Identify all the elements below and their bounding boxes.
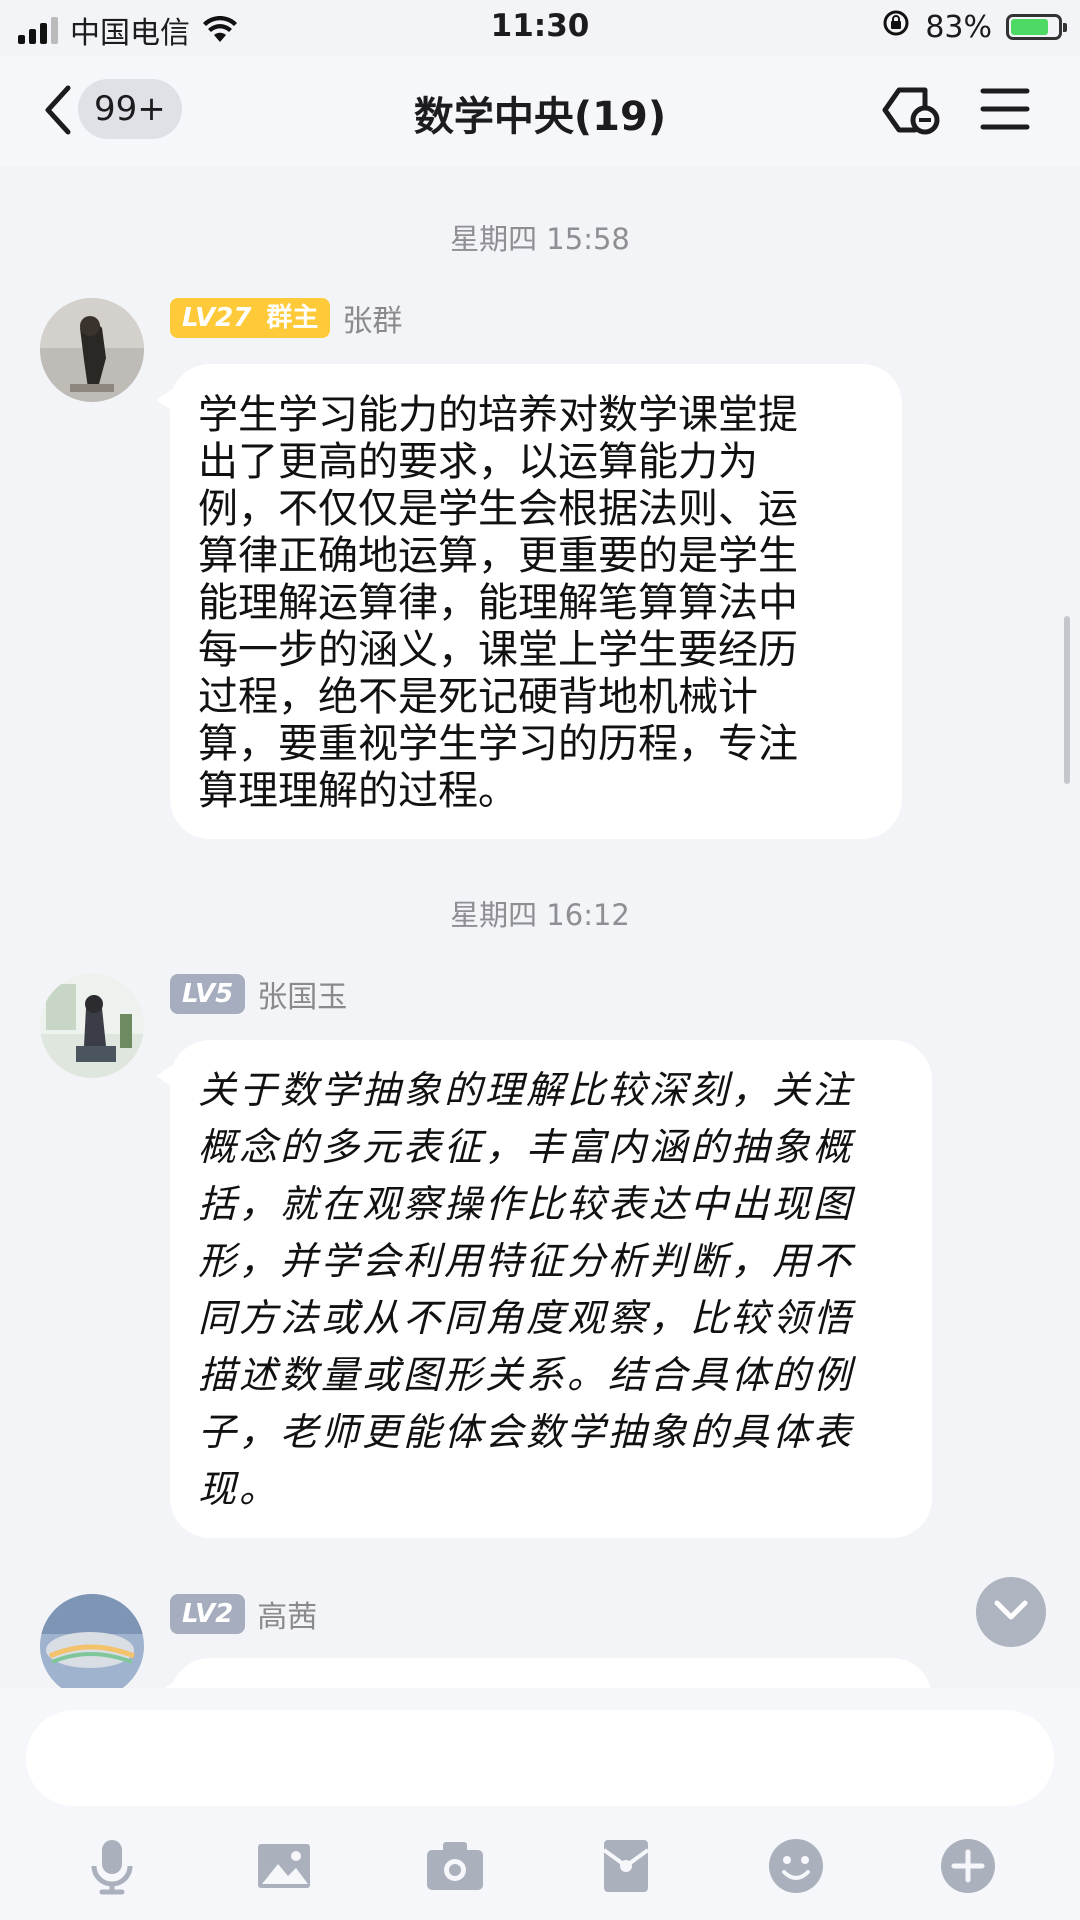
message-line: 例，不仅仅是学生会根据法则、运: [198, 486, 798, 532]
message-bubble[interactable]: [156, 1658, 932, 1688]
message-line: 描述数量或图形关系。结合具体的例: [198, 1353, 855, 1397]
message-line: 同方法或从不同角度观察，比较领悟: [198, 1296, 855, 1340]
message-line: 子，老师更能体会数学抽象的具体表: [198, 1410, 855, 1454]
level-label: LV27: [182, 303, 252, 333]
avatar[interactable]: [40, 974, 144, 1078]
message-bubble[interactable]: 学生学习能力的培养对数学课堂提 出了更高的要求，以运算能力为 例，不仅仅是学生会…: [156, 364, 902, 839]
avatar[interactable]: [40, 298, 144, 402]
message-line: 形，并学会利用特征分析判断，用不: [198, 1239, 855, 1283]
image-icon[interactable]: [254, 1836, 314, 1896]
message-line: 出了更高的要求，以运算能力为: [198, 439, 758, 485]
message-input[interactable]: [26, 1710, 1054, 1806]
link-share-icon[interactable]: [875, 80, 945, 140]
scroll-to-bottom-button[interactable]: [976, 1577, 1046, 1647]
message-line: 每一步的涵义，课堂上学生要经历: [198, 627, 798, 673]
owner-level-badge: LV27 群主: [170, 298, 331, 338]
camera-icon[interactable]: [425, 1836, 485, 1896]
message-bubble[interactable]: 关于数学抽象的理解比较深刻，关注 概念的多元表征，丰富内涵的抽象概 括，就在观察…: [156, 1040, 932, 1538]
input-toolbar: [0, 1836, 1080, 1906]
input-bar: [0, 1688, 1080, 1920]
plus-icon[interactable]: [938, 1836, 998, 1896]
rotation-lock-icon: [881, 8, 911, 46]
message-timestamp: 星期四 15:58: [450, 222, 630, 256]
message-line: 过程，绝不是死记硬背地机械计: [198, 674, 758, 720]
message-line: 学生学习能力的培养对数学课堂提: [198, 392, 798, 438]
sender-name[interactable]: 张群: [342, 296, 402, 340]
message-line: 关于数学抽象的理解比较深刻，关注: [198, 1068, 855, 1112]
emoji-icon[interactable]: [766, 1836, 826, 1896]
message-line: 现。: [198, 1467, 281, 1511]
chat-message-list[interactable]: 星期四 15:58 LV27 群主 张群 学生学习能力的培养对数学课堂提 出了更…: [0, 166, 1080, 1688]
chevron-down-icon: [994, 1600, 1028, 1620]
level-badge: LV2: [170, 1594, 246, 1634]
status-bar: 中国电信 11:30 83%: [0, 0, 1080, 56]
message-line: 算，要重视学生学习的历程，专注: [198, 721, 798, 767]
microphone-icon[interactable]: [82, 1836, 142, 1896]
scrollbar[interactable]: [1064, 616, 1070, 784]
message-line: 算律正确地运算，更重要的是学生: [198, 533, 798, 579]
sender-meta: LV27 群主 张群: [170, 296, 402, 340]
message-timestamp: 星期四 16:12: [450, 898, 630, 932]
role-label: 群主: [266, 303, 319, 333]
menu-icon[interactable]: [980, 86, 1030, 132]
message-line: 概念的多元表征，丰富内涵的抽象概: [198, 1125, 855, 1169]
sender-name[interactable]: 高茜: [257, 1592, 317, 1636]
chat-header: 99+ 数学中央(19): [0, 56, 1080, 166]
avatar[interactable]: [40, 1594, 144, 1688]
message-line: 算理理解的过程。: [198, 768, 518, 814]
sender-meta: LV2 高茜: [170, 1592, 317, 1636]
message-line: 能理解运算律，能理解笔算算法中: [198, 580, 798, 626]
sender-name[interactable]: 张国玉: [257, 972, 347, 1016]
level-badge: LV5: [170, 974, 246, 1014]
battery-icon: [1006, 14, 1067, 40]
message-line: 括，就在观察操作比较表达中出现图: [198, 1182, 855, 1226]
battery-percent: 83%: [925, 9, 992, 45]
sender-meta: LV5 张国玉: [170, 972, 347, 1016]
red-packet-icon[interactable]: [596, 1836, 656, 1896]
